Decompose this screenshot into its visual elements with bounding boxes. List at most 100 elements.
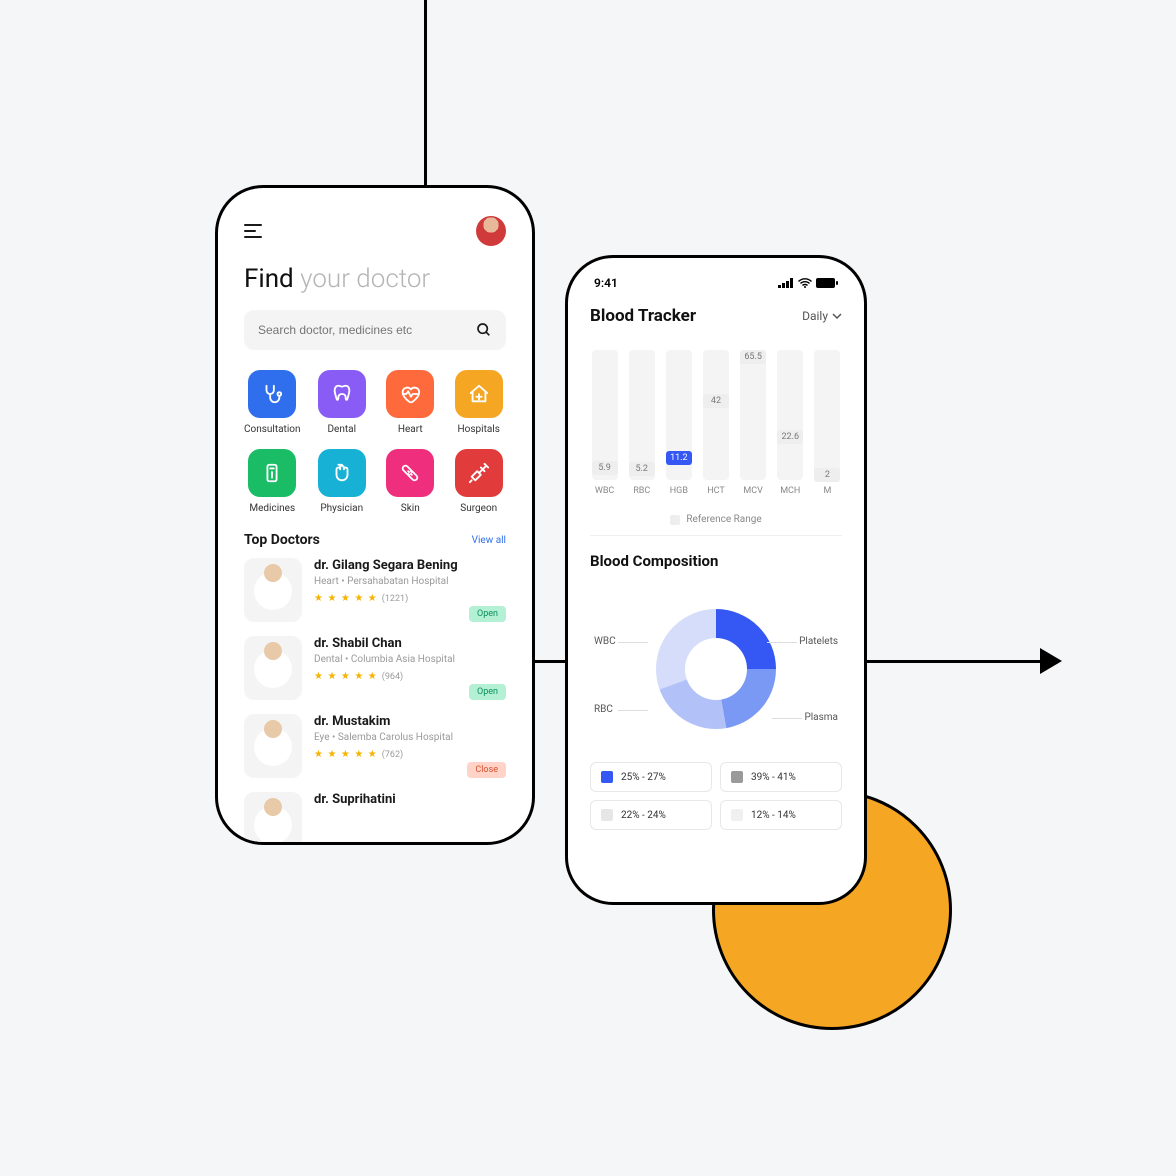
doctor-row[interactable]: dr. Suprihatini: [244, 792, 506, 845]
menu-icon[interactable]: [244, 224, 262, 238]
bar-value: 5.2: [629, 462, 655, 476]
heading-primary: Find: [244, 264, 294, 294]
stethoscope-icon: [248, 370, 296, 418]
bar-hgb[interactable]: 11.2HGB: [664, 348, 693, 496]
doctor-rating: ★ ★ ★ ★ ★ (964): [314, 671, 506, 682]
wifi-icon: [798, 278, 812, 288]
doctor-name: dr. Shabil Chan: [314, 636, 506, 651]
category-heart[interactable]: Heart: [383, 370, 438, 435]
bar-chart: 5.9WBC5.2RBC11.2HGB42HCT65.5MCV22.6MCH2M: [590, 348, 842, 496]
donut-chart: WBC RBC Platelets Plasma: [590, 584, 842, 754]
donut-ring: [656, 609, 776, 729]
donut-label-rbc: RBC: [594, 704, 613, 715]
category-hospitals[interactable]: Hospitals: [451, 370, 506, 435]
bar-track: 11.2: [666, 350, 692, 480]
composition-chip[interactable]: 25% - 27%: [590, 762, 712, 792]
category-medicines[interactable]: Medicines: [244, 449, 300, 514]
chip-swatch: [601, 809, 613, 821]
bar-value: 42: [703, 394, 729, 408]
chip-swatch: [731, 809, 743, 821]
donut-label-platelets: Platelets: [799, 636, 838, 647]
category-grid: Consultation Dental Heart Hospitals Medicine…: [244, 370, 506, 514]
chip-label: 25% - 27%: [621, 772, 666, 783]
doctor-rating: ★ ★ ★ ★ ★ (762): [314, 749, 506, 760]
bar-track: 65.5: [740, 350, 766, 480]
doctor-photo: [244, 792, 302, 845]
category-label: Surgeon: [460, 503, 497, 514]
view-all-link[interactable]: View all: [472, 535, 506, 546]
doctor-photo: [244, 636, 302, 700]
page-title: Find your doctor: [244, 264, 506, 294]
heart-icon: [386, 370, 434, 418]
category-label: Hospitals: [458, 424, 500, 435]
doctor-photo: [244, 714, 302, 778]
stars-icon: ★ ★ ★ ★ ★: [314, 749, 378, 760]
bandage-icon: [386, 449, 434, 497]
avatar[interactable]: [476, 216, 506, 246]
chip-label: 22% - 24%: [621, 810, 666, 821]
bar-rbc[interactable]: 5.2RBC: [627, 348, 656, 496]
bar-hct[interactable]: 42 HCT: [701, 348, 730, 496]
bar-label: MCV: [743, 486, 762, 496]
bar-wbc[interactable]: 5.9WBC: [590, 348, 619, 496]
category-dental[interactable]: Dental: [314, 370, 369, 435]
doctor-photo: [244, 558, 302, 622]
doctor-row[interactable]: dr. MustakimEye • Salemba Carolus Hospit…: [244, 714, 506, 778]
doctor-meta: Heart • Persahabatan Hospital: [314, 576, 506, 587]
composition-chip[interactable]: 22% - 24%: [590, 800, 712, 830]
category-label: Dental: [327, 424, 356, 435]
bar-label: HCT: [707, 486, 725, 496]
bar-mcv[interactable]: 65.5 MCV: [739, 348, 768, 496]
legend-swatch: [670, 515, 680, 525]
stars-icon: ★ ★ ★ ★ ★: [314, 593, 378, 604]
doctor-name: dr. Gilang Segara Bening: [314, 558, 506, 573]
heading-secondary: your doctor: [300, 264, 430, 294]
hospital-icon: [455, 370, 503, 418]
label-line: [772, 718, 802, 719]
find-doctor-screen: Find your doctor Consultation Dental Heart…: [215, 185, 535, 845]
doctor-list: dr. Gilang Segara Bening Heart • Persahab…: [244, 558, 506, 845]
blood-tracker-screen: 9:41 Blood Tracker Daily 5.9WBC5.2RBC11.…: [565, 255, 867, 905]
doctor-row[interactable]: dr. Shabil ChanDental • Columbia Asia Ho…: [244, 636, 506, 700]
category-label: Physician: [320, 503, 363, 514]
bar-value: 2: [814, 468, 840, 482]
pill-icon: [248, 449, 296, 497]
tooth-icon: [318, 370, 366, 418]
category-consultation[interactable]: Consultation: [244, 370, 300, 435]
hand-icon: [318, 449, 366, 497]
bar-track: 2: [814, 350, 840, 480]
composition-chip[interactable]: 12% - 14%: [720, 800, 842, 830]
bar-value: 11.2: [666, 451, 692, 465]
composition-chip[interactable]: 39% - 41%: [720, 762, 842, 792]
search-icon: [476, 322, 492, 338]
decor-vertical-line: [424, 0, 427, 190]
label-line: [618, 642, 648, 643]
search-field[interactable]: [258, 323, 476, 337]
stars-icon: ★ ★ ★ ★ ★: [314, 671, 378, 682]
chip-label: 12% - 14%: [751, 810, 796, 821]
review-count: (762): [382, 750, 403, 760]
section-title: Top Doctors: [244, 532, 320, 548]
arrow-right-icon: [1040, 648, 1062, 674]
category-physician[interactable]: Physician: [314, 449, 369, 514]
bar-label: M: [823, 486, 831, 496]
category-label: Skin: [401, 503, 420, 514]
bar-track: 5.9: [592, 350, 618, 480]
category-skin[interactable]: Skin: [383, 449, 438, 514]
doctor-row[interactable]: dr. Gilang Segara Bening Heart • Persahab…: [244, 558, 506, 622]
status-badge: Open: [469, 606, 506, 622]
legend-label: Reference Range: [686, 514, 761, 525]
tracker-title: Blood Tracker: [590, 306, 696, 326]
chart-legend: Reference Range: [590, 504, 842, 536]
search-input[interactable]: [244, 310, 506, 350]
category-surgeon[interactable]: Surgeon: [451, 449, 506, 514]
category-label: Consultation: [244, 424, 300, 435]
status-time: 9:41: [594, 276, 618, 290]
donut-label-plasma: Plasma: [804, 712, 838, 723]
period-select[interactable]: Daily: [802, 309, 842, 323]
category-label: Heart: [398, 424, 423, 435]
review-count: (964): [382, 672, 403, 682]
bar-m[interactable]: 2M: [813, 348, 842, 496]
bar-mch[interactable]: 22.6MCH: [776, 348, 805, 496]
bar-value: 65.5: [740, 350, 766, 364]
